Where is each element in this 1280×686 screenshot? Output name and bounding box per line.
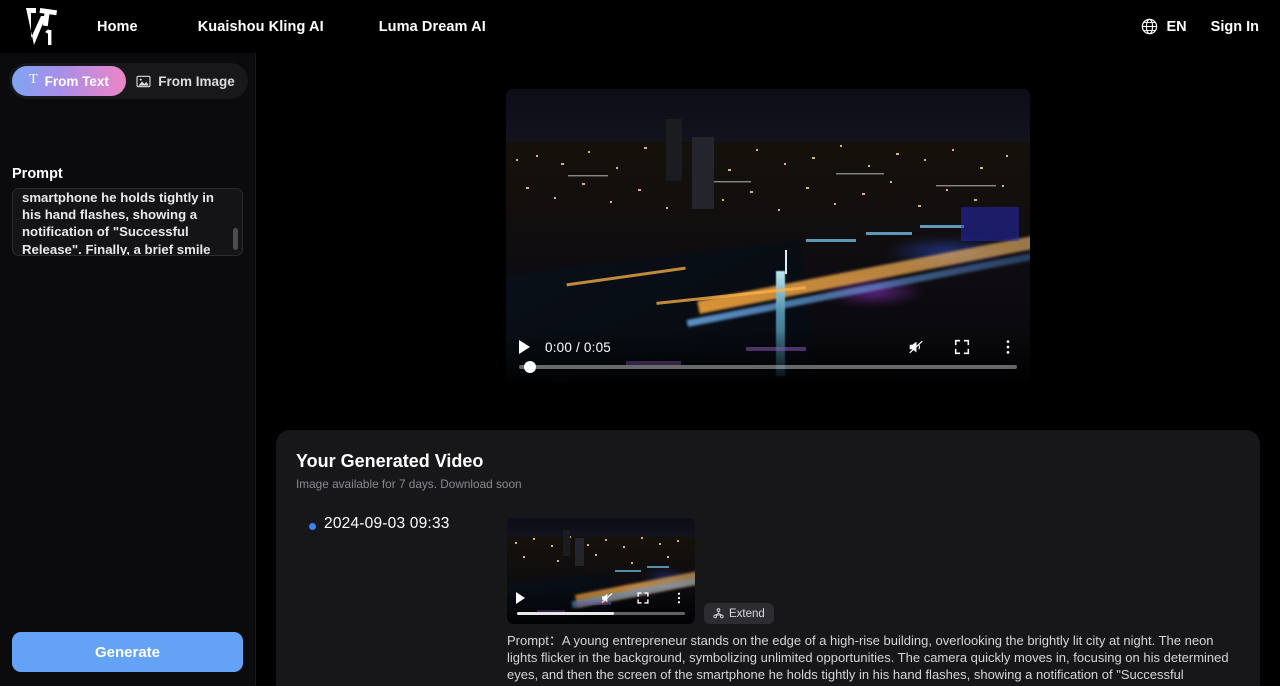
generated-video-thumbnail[interactable] (507, 518, 695, 624)
video-controls-bar: 0:00 / 0:05 (506, 330, 1030, 382)
mute-icon[interactable] (907, 338, 925, 356)
sign-in-button[interactable]: Sign In (1211, 19, 1259, 35)
prompt-input-value: smartphone he holds tightly in his hand … (22, 189, 220, 256)
nav-link-home[interactable]: Home (97, 19, 138, 35)
image-icon (136, 75, 151, 88)
left-sidebar: T From Text From Image Prompt smartphone… (0, 53, 256, 686)
thumbnail-play-button[interactable] (516, 592, 525, 604)
text-icon: T (29, 73, 38, 87)
mode-segmented-control: T From Text From Image (9, 63, 248, 99)
status-dot (309, 523, 316, 530)
thumbnail-controls-bar (507, 586, 695, 624)
extend-button-label: Extend (729, 608, 765, 620)
generated-prompt-text: Prompt：A young entrepreneur stands on th… (507, 632, 1240, 686)
thumbnail-mute-icon[interactable] (600, 591, 614, 605)
video-progress-handle[interactable] (524, 361, 536, 373)
app-header: Home Kuaishou Kling AI Luma Dream AI EN … (0, 0, 1280, 53)
tab-from-image-label: From Image (158, 74, 235, 89)
nav-link-kuaishou-kling-ai[interactable]: Kuaishou Kling AI (198, 19, 324, 35)
prompt-scrollbar-thumb[interactable] (233, 228, 238, 250)
generated-video-title: Your Generated Video (296, 451, 483, 472)
header-actions: EN Sign In (1141, 0, 1260, 53)
tab-from-image[interactable]: From Image (126, 66, 245, 96)
thumbnail-fullscreen-icon[interactable] (636, 591, 650, 605)
thumbnail-progress-bar[interactable] (517, 612, 685, 615)
globe-icon[interactable] (1141, 18, 1158, 35)
fullscreen-icon[interactable] (953, 338, 971, 356)
prompt-label: Prompt (12, 166, 63, 182)
generate-button[interactable]: Generate (12, 632, 243, 672)
generated-video-subtitle: Image available for 7 days. Download soo… (296, 477, 522, 491)
play-button[interactable] (519, 340, 530, 354)
app-logo[interactable] (23, 4, 63, 49)
language-selector[interactable]: EN (1167, 19, 1187, 35)
video-time-display: 0:00 / 0:05 (545, 340, 611, 355)
prompt-input[interactable]: smartphone he holds tightly in his hand … (12, 188, 243, 256)
thumbnail-progress-fill (517, 612, 614, 615)
main-video-player[interactable]: 0:00 / 0:05 (506, 89, 1030, 382)
nav-link-luma-dream-ai[interactable]: Luma Dream AI (379, 19, 486, 35)
thumbnail-more-options-icon[interactable] (672, 591, 686, 605)
extend-icon (713, 608, 724, 619)
tab-from-text-label: From Text (45, 74, 109, 89)
generated-video-card: Your Generated Video Image available for… (276, 430, 1260, 686)
generated-timestamp: 2024-09-03 09:33 (324, 515, 450, 533)
main-navigation: Home Kuaishou Kling AI Luma Dream AI (97, 0, 486, 53)
more-options-icon[interactable] (999, 338, 1017, 356)
extend-button[interactable]: Extend (704, 603, 774, 624)
video-progress-bar[interactable] (519, 365, 1017, 369)
tab-from-text[interactable]: T From Text (12, 66, 126, 96)
